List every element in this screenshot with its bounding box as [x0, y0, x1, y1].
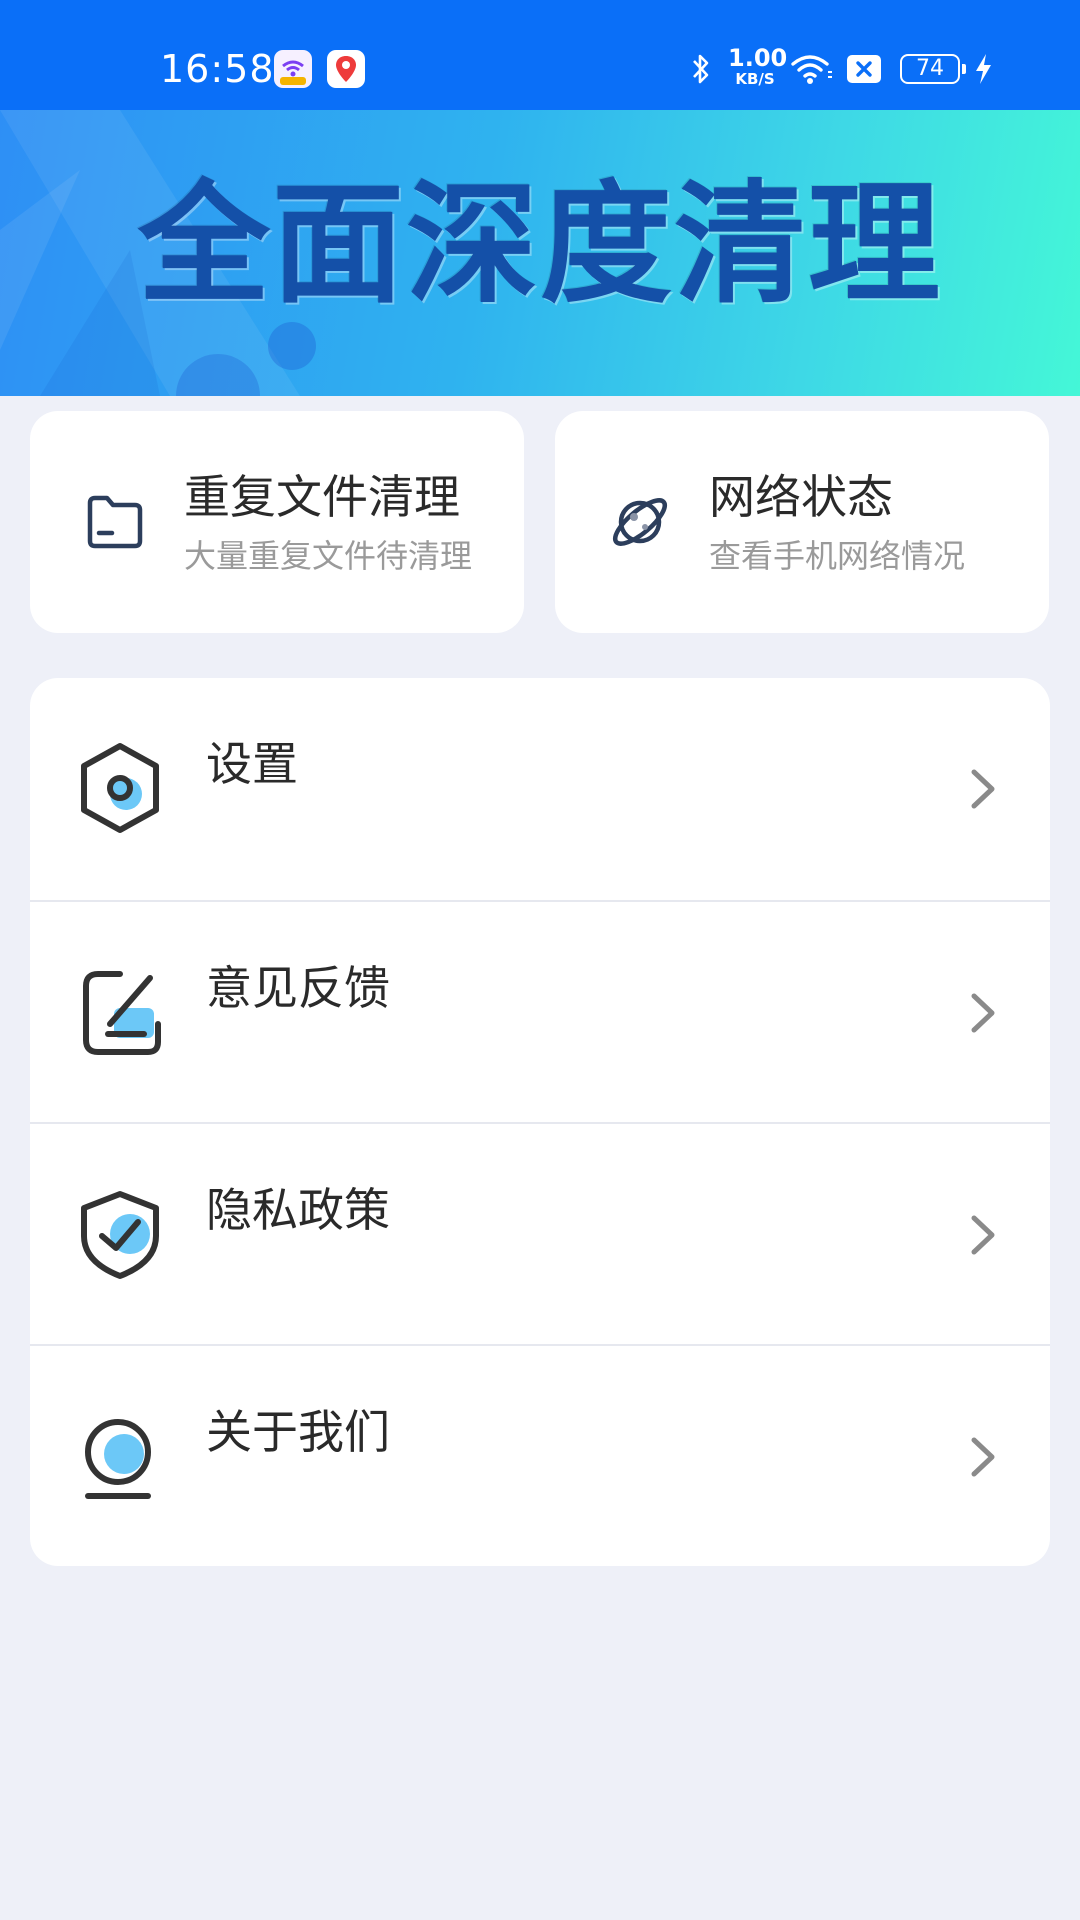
network-status-title: 网络状态 [709, 470, 893, 524]
menu-list: 设置 意见反馈 隐私政策 关于我们 [30, 678, 1050, 1566]
chevron-right-icon [971, 769, 995, 809]
status-bar: 16:58 1.00 KB/S 74 [0, 0, 1080, 110]
chevron-right-icon [971, 993, 995, 1033]
wifi-icon [791, 55, 832, 84]
status-time: 16:58 [160, 47, 275, 91]
menu-item-settings[interactable]: 设置 [30, 678, 1050, 900]
menu-label-privacy-policy: 隐私政策 [206, 1183, 390, 1237]
settings-hexagon-icon [81, 743, 159, 833]
menu-label-feedback: 意见反馈 [206, 961, 390, 1015]
menu-label-about-us: 关于我们 [206, 1405, 390, 1459]
menu-item-about-us[interactable]: 关于我们 [30, 1344, 1050, 1566]
chevron-right-icon [971, 1215, 995, 1255]
chevron-right-icon [971, 1437, 995, 1477]
battery-level: 74 [916, 56, 944, 81]
charging-icon [976, 54, 991, 84]
planet-icon [612, 498, 668, 546]
folder-icon [87, 495, 143, 549]
duplicate-files-title: 重复文件清理 [184, 470, 460, 524]
network-status-subtitle: 查看手机网络情况 [709, 537, 966, 575]
menu-item-privacy-policy[interactable]: 隐私政策 [30, 1122, 1050, 1344]
sim-off-icon [847, 55, 881, 83]
duplicate-files-card[interactable]: 重复文件清理 大量重复文件待清理 [30, 411, 524, 633]
banner-title: 全面深度清理 [138, 168, 942, 322]
banner: 全面深度清理 [0, 110, 1080, 396]
feedback-edit-icon [83, 971, 161, 1055]
duplicate-files-subtitle: 大量重复文件待清理 [184, 537, 473, 575]
battery-icon: 74 [900, 54, 966, 84]
network-speed-value: 1.00 [728, 44, 788, 72]
wifi-app-icon [274, 50, 312, 88]
shield-check-icon [81, 1191, 159, 1279]
map-app-icon [327, 50, 365, 88]
menu-label-settings: 设置 [206, 737, 298, 791]
bluetooth-icon [693, 54, 709, 84]
menu-item-feedback[interactable]: 意见反馈 [30, 900, 1050, 1122]
network-speed: 1.00 KB/S [728, 44, 788, 88]
user-icon [85, 1419, 151, 1499]
network-speed-unit: KB/S [735, 70, 775, 88]
network-status-card[interactable]: 网络状态 查看手机网络情况 [555, 411, 1049, 633]
